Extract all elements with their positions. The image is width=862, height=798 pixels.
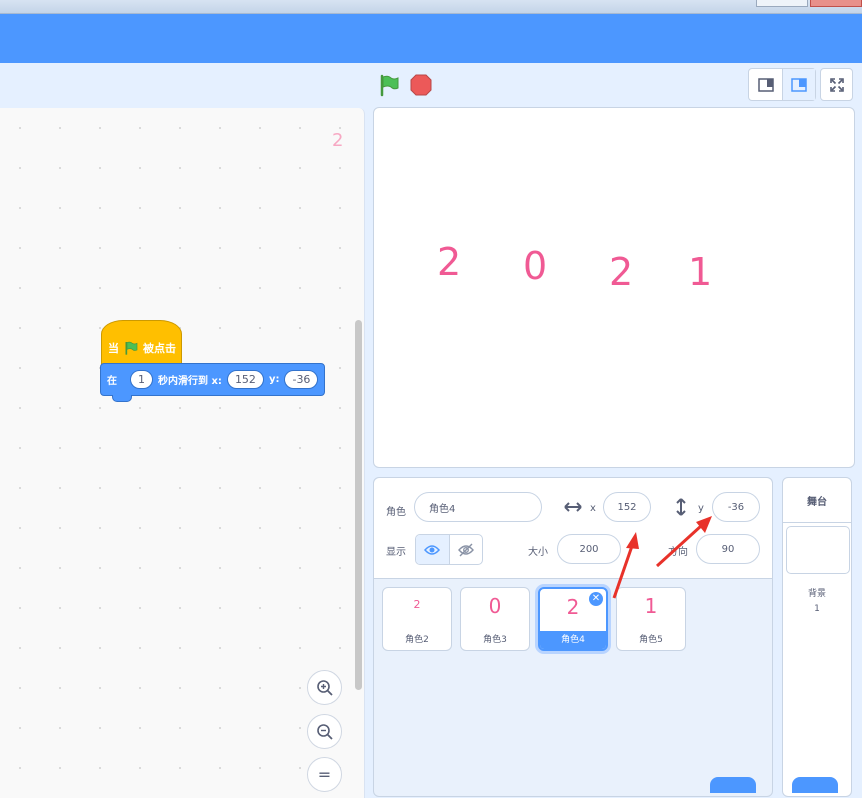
zoom-out-button[interactable] xyxy=(307,714,342,749)
glide-secs-input[interactable]: 1 xyxy=(130,370,153,389)
eye-slash-icon xyxy=(457,543,474,556)
direction-label: 方向 xyxy=(668,547,688,558)
stage-sprite-1[interactable]: 1 xyxy=(688,250,712,294)
stop-icon[interactable] xyxy=(409,73,433,97)
x-label: x xyxy=(590,503,596,514)
add-sprite-button[interactable] xyxy=(710,777,756,793)
y-arrows-icon xyxy=(676,498,686,516)
hat-block-prefix: 当 xyxy=(108,342,119,355)
x-position-input[interactable]: 152 xyxy=(603,492,651,522)
small-stage-button[interactable] xyxy=(749,69,783,100)
direction-value: 90 xyxy=(721,543,735,555)
hide-sprite-button[interactable] xyxy=(448,535,483,564)
add-backdrop-button[interactable] xyxy=(792,777,838,793)
sprite-tile-4[interactable]: 2 ✕ 角色4 xyxy=(538,587,608,651)
sprite-name-label: 角色 xyxy=(386,507,406,518)
green-flag-icon[interactable] xyxy=(377,73,401,97)
minimize-button[interactable] xyxy=(756,0,808,7)
x-position-value: 152 xyxy=(617,501,637,513)
sprite-thumbnail: 2 xyxy=(413,598,421,611)
delete-sprite-icon[interactable]: ✕ xyxy=(589,592,603,606)
zoom-out-icon xyxy=(316,723,333,740)
current-sprite-watermark: 2 xyxy=(332,130,344,151)
direction-input[interactable]: 90 xyxy=(696,534,760,564)
workspace-scrollbar[interactable] xyxy=(355,320,362,690)
zoom-reset-icon: = xyxy=(317,765,332,784)
sprite-thumbnail: 0 xyxy=(488,594,502,618)
green-flag-icon xyxy=(125,341,138,355)
stage-sprite-2b[interactable]: 2 xyxy=(609,250,633,294)
zoom-in-button[interactable] xyxy=(307,670,342,705)
large-stage-icon xyxy=(791,77,807,92)
stage-sprite-2[interactable]: 2 xyxy=(437,240,461,284)
sprite-tile-3[interactable]: 0 角色3 xyxy=(460,587,530,651)
sprite-tile-5[interactable]: 1 角色5 xyxy=(616,587,686,651)
stage-pane-title: 舞台 xyxy=(783,478,851,523)
sprite-name-input[interactable]: 角色4 xyxy=(414,492,542,522)
sprite-name-value: 角色4 xyxy=(429,503,456,515)
y-position-input[interactable]: -36 xyxy=(712,492,760,522)
y-label: y xyxy=(698,503,704,514)
glide-block-prefix: 在 xyxy=(107,376,117,387)
close-window-button[interactable] xyxy=(810,0,862,7)
browser-title-strip xyxy=(0,0,862,14)
hat-block-suffix: 被点击 xyxy=(143,342,176,355)
stage-target-pane[interactable]: 舞台 背景 1 xyxy=(782,477,852,797)
show-sprite-button[interactable] xyxy=(416,535,449,564)
glide-y-label: y: xyxy=(268,374,280,385)
block-notch xyxy=(112,395,132,402)
stage-size-toggle xyxy=(748,68,816,101)
size-value: 200 xyxy=(579,543,599,555)
sprite-thumbnail: 1 xyxy=(644,594,658,618)
glide-block-middle: 秒内滑行到 x: xyxy=(158,376,222,387)
sprite-tile-name: 角色4 xyxy=(540,631,606,649)
fullscreen-icon xyxy=(829,77,844,92)
menu-bar xyxy=(0,14,862,63)
stage-sprite-0[interactable]: 0 xyxy=(523,244,547,288)
sprite-tile-name: 角色3 xyxy=(483,635,507,645)
backdrops-label: 背景 xyxy=(807,589,826,599)
glide-x-input[interactable]: 152 xyxy=(226,370,264,389)
sprite-tile-2[interactable]: 2 角色2 xyxy=(382,587,452,651)
sprite-tile-name: 角色2 xyxy=(405,635,429,645)
stage-thumbnail xyxy=(786,526,850,574)
fullscreen-button[interactable] xyxy=(820,68,853,101)
eye-icon xyxy=(424,544,441,555)
stage-canvas[interactable]: 2 0 2 1 xyxy=(373,107,855,468)
show-label: 显示 xyxy=(386,547,406,558)
when-flag-clicked-block[interactable]: 当 被点击 xyxy=(101,320,182,368)
backdrops-count: 1 xyxy=(814,604,820,614)
visibility-toggle xyxy=(415,534,483,565)
glide-to-xy-block[interactable]: 在 1 秒内滑行到 x: 152 y: -36 xyxy=(100,363,325,396)
glide-y-input[interactable]: -36 xyxy=(284,370,319,389)
y-position-value: -36 xyxy=(727,501,745,513)
size-input[interactable]: 200 xyxy=(557,534,621,564)
sprite-tile-name: 角色5 xyxy=(639,635,663,645)
large-stage-button[interactable] xyxy=(783,69,815,100)
size-label: 大小 xyxy=(528,547,548,558)
small-stage-icon xyxy=(757,77,774,92)
zoom-in-icon xyxy=(316,679,333,696)
x-arrows-icon xyxy=(564,502,582,512)
window-controls xyxy=(754,0,862,7)
